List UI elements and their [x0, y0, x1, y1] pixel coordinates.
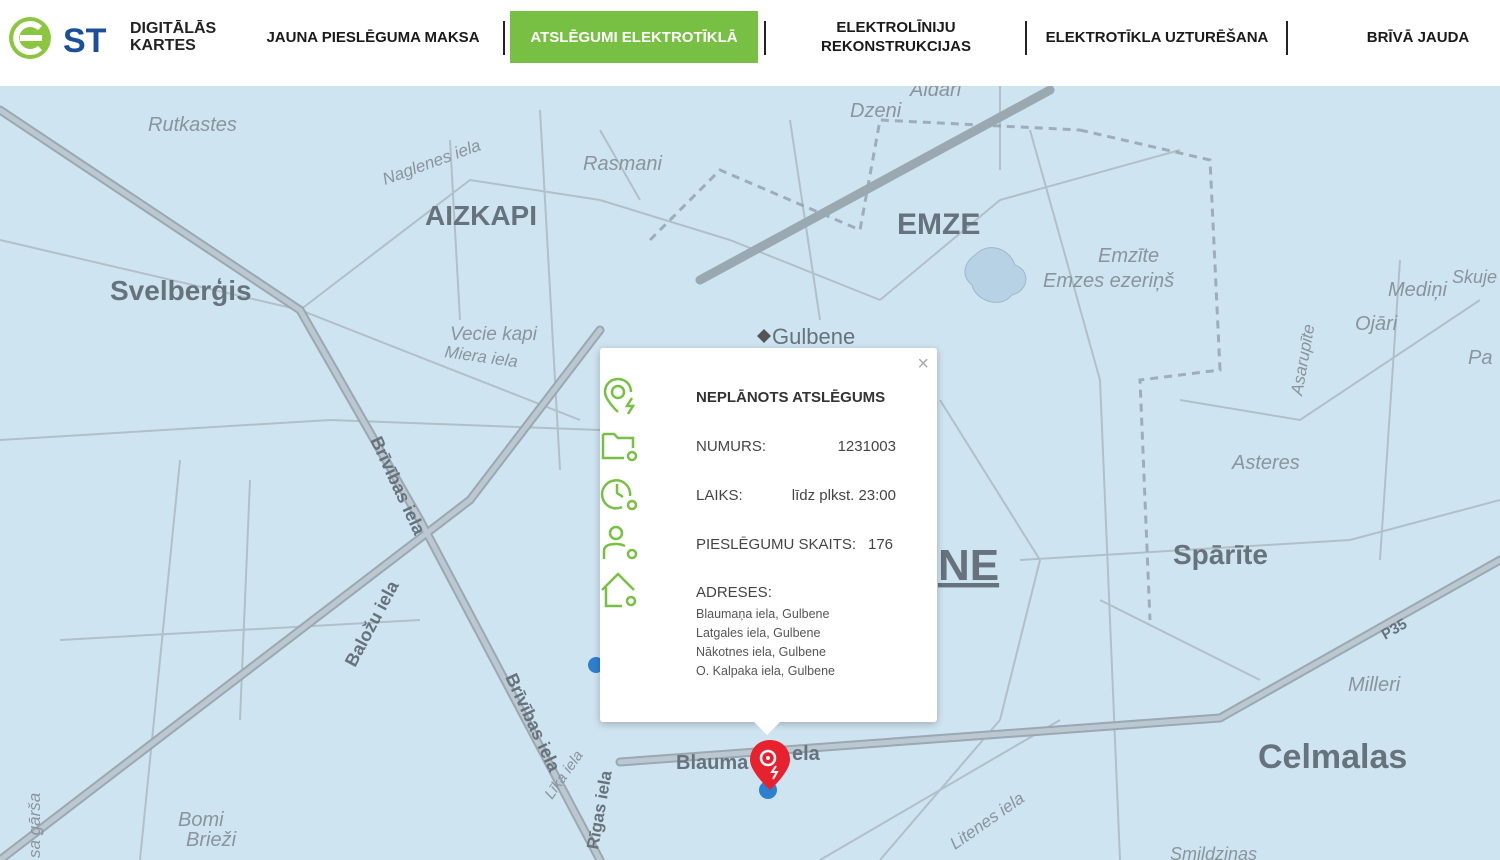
nav-divider: [1286, 21, 1288, 55]
laiks-value: līdz plkst. 23:00: [791, 487, 896, 504]
map-label-ne: NE: [938, 541, 999, 590]
map-label-ela: ela: [792, 743, 821, 765]
nav-divider: [1025, 21, 1027, 55]
map-label-aidari: Aidari: [909, 86, 962, 101]
map-label-brivibas-2: Brīvības iela: [501, 670, 564, 775]
map-label-asarupite: Asarupīte: [1287, 323, 1318, 398]
map-label-blauma: Blauma: [676, 752, 749, 774]
map-label-rigas: Rīgas iela: [583, 769, 616, 851]
logo-line-1: DIGITĀLĀS: [130, 20, 217, 37]
popup-title: NEPLĀNOTS ATSLĒGUMS: [696, 389, 886, 406]
map-label-ojari: Ojāri: [1355, 313, 1398, 335]
skaits-label: PIESLĒGUMU SKAITS:: [696, 536, 857, 553]
map-label-miera: Miera iela: [443, 342, 519, 371]
numurs-label: NUMURS:: [696, 438, 766, 455]
selected-outage-marker[interactable]: [750, 740, 790, 790]
map-label-emzite: Emzīte: [1098, 245, 1159, 267]
outage-location-icon: [603, 377, 636, 415]
top-navigation-bar: ST DIGITĀLĀS KARTES JAUNA PIESLĒGUMA MAK…: [0, 0, 1500, 86]
logo-st-text: ST: [63, 22, 107, 60]
map-label-celmalas: Celmalas: [1258, 738, 1407, 776]
map-label-briezi: Brieži: [186, 829, 237, 851]
map-view[interactable]: Rutkastes Naglenes iela AIZKAPI Rasmani …: [0, 86, 1500, 860]
map-label-rutkastes: Rutkastes: [148, 114, 237, 136]
clock-location-icon: [600, 479, 638, 511]
map-label-emze: EMZE: [897, 208, 980, 241]
map-label-garsa: sa gārša: [25, 793, 44, 858]
map-label-gulbene: Gulbene: [772, 324, 855, 349]
nav-free-capacity[interactable]: BRĪVĀ JAUDA: [1340, 0, 1496, 74]
folder-location-icon: [601, 432, 638, 462]
logo-e-icon: ST: [9, 17, 107, 60]
map-label-aizkapi: AIZKAPI: [425, 200, 537, 231]
address-item: Blaumaņa iela, Gulbene: [696, 607, 830, 621]
nav-maintenance[interactable]: ELEKTROTĪKLA UZTURĒŠANA: [1036, 0, 1278, 74]
map-label-skuje: Skuje: [1452, 267, 1497, 287]
address-item: Latgales iela, Gulbene: [696, 626, 821, 640]
station-icon: [757, 329, 771, 343]
laiks-label: LAIKS:: [696, 487, 743, 504]
close-icon[interactable]: ×: [917, 354, 929, 374]
map-label-smildzinas: Smildzinas: [1170, 844, 1257, 860]
numurs-value: 1231003: [837, 438, 896, 455]
logo-caption: DIGITĀLĀS KARTES: [130, 20, 216, 54]
address-item: O. Kalpaka iela, Gulbene: [696, 664, 835, 678]
map-label-vecie-kapi: Vecie kapi: [450, 324, 538, 345]
map-label-sparite: Spārīte: [1173, 539, 1268, 570]
nav-divider: [764, 21, 766, 55]
map-label-dzeni: Dzeni: [850, 100, 902, 122]
map-label-svelbergis: Svelberģis: [110, 275, 252, 306]
map-label-p35: P35: [1379, 615, 1411, 643]
address-item: Nākotnes iela, Gulbene: [696, 645, 826, 659]
map-label-pa: Pa: [1468, 347, 1492, 369]
nav-outages[interactable]: ATSLĒGUMI ELEKTROTĪKLĀ: [510, 11, 758, 63]
outage-info-popup: × NEPLĀNOTS ATSLĒGUMS NUMURS: 1231003 LA…: [600, 348, 937, 735]
nav-reconstructions[interactable]: ELEKTROLĪNIJU REKONSTRUKCIJAS: [780, 0, 1012, 74]
map-label-medini: Mediņi: [1388, 279, 1447, 301]
map-label-asteres: Asteres: [1231, 452, 1300, 474]
nav-new-connection-fee[interactable]: JAUNA PIESLĒGUMA MAKSA: [250, 0, 496, 74]
user-location-icon: [602, 525, 638, 560]
map-label-milleri: Milleri: [1348, 674, 1401, 696]
map-label-brivibas-1: Brīvības iela: [366, 433, 429, 538]
nav-divider: [503, 21, 505, 55]
nav-reconstructions-line-2: REKONSTRUKCIJAS: [820, 38, 971, 55]
map-label-bomi: Bomi: [178, 809, 224, 831]
skaits-value: 176: [868, 536, 894, 553]
map-label-emzes-ezerins: Emzes ezeriņš: [1043, 270, 1174, 292]
map-label-rasmani: Rasmani: [583, 153, 662, 175]
house-location-icon: [601, 572, 637, 608]
map-label-litenes: Litenes iela: [946, 788, 1027, 853]
nav-reconstructions-line-1: ELEKTROLĪNIJU: [836, 19, 956, 36]
logo-line-2: KARTES: [130, 37, 196, 54]
adreses-label: ADRESES:: [696, 584, 772, 601]
